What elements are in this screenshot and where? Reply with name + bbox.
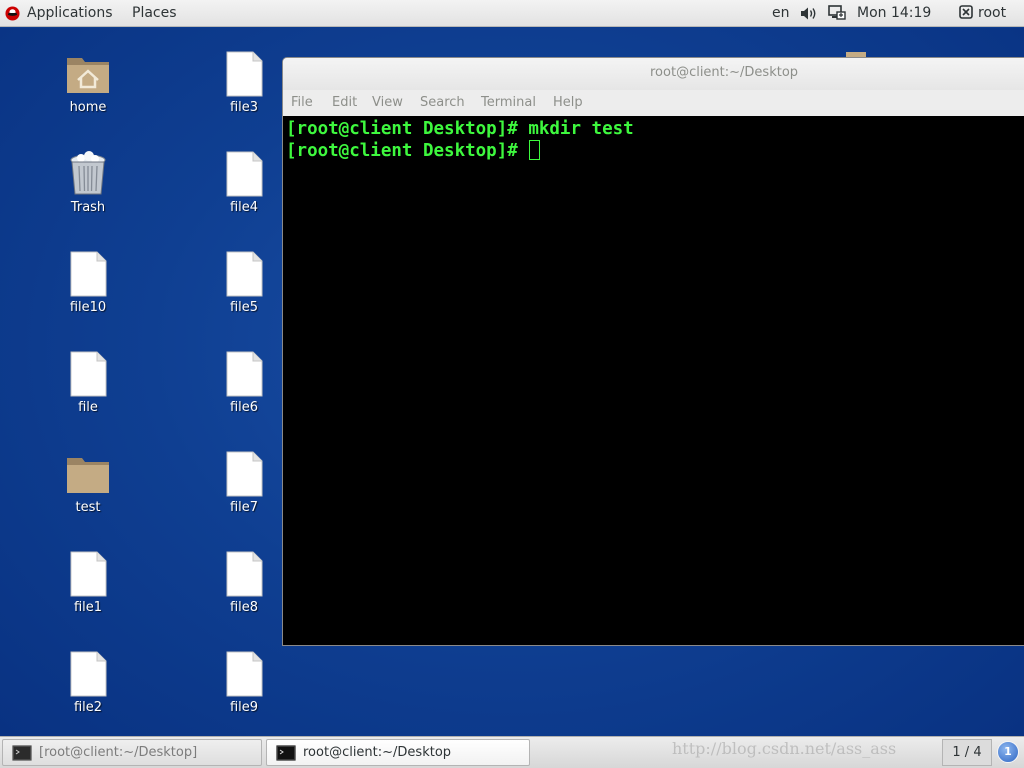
desktop-icon-label: test	[75, 500, 101, 515]
desktop-icon-label: file5	[229, 300, 259, 315]
file-icon	[226, 151, 263, 197]
taskbar-item-label: root@client:~/Desktop	[303, 745, 452, 760]
file-icon	[226, 251, 263, 297]
file-icon	[70, 651, 107, 697]
desktop-icon-test[interactable]: test	[43, 450, 133, 516]
terminal-icon	[12, 745, 32, 761]
file-icon	[70, 551, 107, 597]
desktop-icon-label: file10	[69, 300, 107, 315]
network-icon[interactable]	[828, 5, 847, 22]
desktop-icon-label: file1	[73, 600, 103, 615]
folder-icon	[67, 458, 109, 493]
user-menu[interactable]: root	[978, 5, 1006, 22]
desktop-icon-label: file6	[229, 400, 259, 415]
file-icon	[226, 451, 263, 497]
desktop-icon-file[interactable]: file	[43, 350, 133, 416]
desktop-icon-file6[interactable]: file6	[199, 350, 289, 416]
desktop-icon-label: file9	[229, 700, 259, 715]
desktop-icon-label: file3	[229, 100, 259, 115]
desktop-icon-label: file	[78, 400, 98, 415]
desktop-icon-home[interactable]: home	[43, 50, 133, 116]
top-panel: Applications Places en Mon 14:19 root	[0, 0, 1024, 27]
desktop-icon-file4[interactable]: file4	[199, 150, 289, 216]
applications-menu[interactable]: Applications	[27, 5, 113, 22]
trash-icon	[70, 151, 106, 195]
menu-view[interactable]: View	[372, 95, 403, 110]
desktop-icon-file1[interactable]: file1	[43, 550, 133, 616]
terminal-icon	[276, 745, 296, 761]
desktop-icon-trash[interactable]: Trash	[43, 150, 133, 216]
desktop-icon-label: home	[69, 100, 107, 115]
desktop-icon-label: file7	[229, 500, 259, 515]
volume-icon[interactable]	[800, 6, 818, 21]
desktop-icon-file5[interactable]: file5	[199, 250, 289, 316]
terminal-prompt-line: [root@client Desktop]#	[286, 140, 1024, 162]
terminal-titlebar[interactable]: root@client:~/Desktop	[283, 58, 1024, 90]
taskbar-item-label: [root@client:~/Desktop]	[39, 745, 198, 760]
terminal-line: [root@client Desktop]# mkdir test	[286, 119, 634, 139]
clock[interactable]: Mon 14:19	[857, 5, 931, 22]
desktop-icon-file2[interactable]: file2	[43, 650, 133, 716]
menu-terminal[interactable]: Terminal	[481, 95, 536, 110]
desktop-icon-file7[interactable]: file7	[199, 450, 289, 516]
desktop-icon-file9[interactable]: file9	[199, 650, 289, 716]
desktop-icon-label: file4	[229, 200, 259, 215]
terminal-screen[interactable]: [root@client Desktop]# mkdir test [root@…	[283, 116, 1024, 645]
file-icon	[70, 251, 107, 297]
workspace-switcher[interactable]: 1 / 4	[942, 739, 992, 766]
user-icon[interactable]	[959, 5, 973, 19]
taskbar-item-terminal-2[interactable]: root@client:~/Desktop	[266, 739, 530, 766]
desktop-icon-file8[interactable]: file8	[199, 550, 289, 616]
menu-help[interactable]: Help	[553, 95, 583, 110]
desktop-icon-file3[interactable]: file3	[199, 50, 289, 116]
notification-badge[interactable]: 1	[997, 741, 1019, 763]
desktop-icon-label: file2	[73, 700, 103, 715]
terminal-menubar: File Edit View Search Terminal Help	[283, 90, 1024, 116]
file-icon	[226, 551, 263, 597]
menu-file[interactable]: File	[291, 95, 313, 110]
file-icon	[70, 351, 107, 397]
desktop-icon-file10[interactable]: file10	[43, 250, 133, 316]
watermark-text: http://blog.csdn.net/ass_ass	[672, 739, 897, 758]
places-menu[interactable]: Places	[132, 5, 177, 22]
desktop-icon-label: Trash	[70, 200, 106, 215]
bottom-panel: [root@client:~/Desktop] root@client:~/De…	[0, 736, 1024, 768]
redhat-logo-icon	[5, 6, 20, 21]
terminal-prompt: [root@client Desktop]#	[286, 141, 529, 161]
language-indicator[interactable]: en	[772, 5, 790, 22]
terminal-window[interactable]: root@client:~/Desktop File Edit View Sea…	[282, 57, 1024, 646]
home-folder-icon	[67, 58, 109, 93]
menu-edit[interactable]: Edit	[332, 95, 357, 110]
file-icon	[226, 351, 263, 397]
file-icon	[226, 51, 263, 97]
terminal-title: root@client:~/Desktop	[650, 65, 799, 80]
menu-search[interactable]: Search	[420, 95, 465, 110]
taskbar-item-terminal-1[interactable]: [root@client:~/Desktop]	[2, 739, 262, 766]
desktop-icon-label: file8	[229, 600, 259, 615]
terminal-cursor	[529, 140, 541, 160]
file-icon	[226, 651, 263, 697]
